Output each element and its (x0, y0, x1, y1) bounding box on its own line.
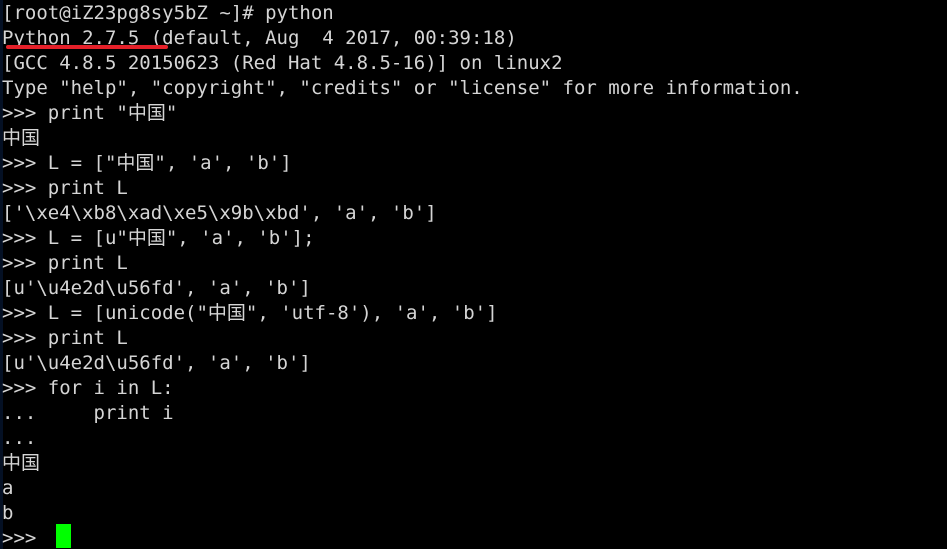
terminal-line-text: 中国 (2, 452, 41, 474)
terminal-line: b (2, 501, 947, 526)
terminal-line-text: [u'\u4e2d\u56fd', 'a', 'b'] (2, 277, 311, 299)
terminal-screen[interactable]: [root@iZ23pg8sy5bZ ~]# python Python 2.7… (2, 0, 947, 549)
terminal-line-text: >>> L = [u"中国", 'a', 'b']; (2, 227, 315, 249)
terminal-line-prompt: >>> (2, 526, 947, 549)
terminal-line: [u'\u4e2d\u56fd', 'a', 'b'] (2, 276, 947, 301)
terminal-line-text: >>> print "中国" (2, 102, 178, 124)
terminal-line-text: [GCC 4.8.5 20150623 (Red Hat 4.8.5-16)] … (2, 52, 563, 74)
terminal-line-text: >>> print L (2, 177, 128, 199)
terminal-line: >>> print "中国" (2, 101, 947, 126)
terminal-line-text: b (2, 502, 14, 524)
terminal-line: >>> print L (2, 176, 947, 201)
terminal-line: 中国 (2, 451, 947, 476)
terminal-line-text: >>> print L (2, 327, 128, 349)
terminal-line: >>> for i in L: (2, 376, 947, 401)
terminal-line: a (2, 476, 947, 501)
terminal-line-text: a (2, 477, 14, 499)
terminal-line: >>> L = [u"中国", 'a', 'b']; (2, 226, 947, 251)
terminal-line: >>> L = [unicode("中国", 'utf-8'), 'a', 'b… (2, 301, 947, 326)
terminal-line-text: >>> print L (2, 252, 128, 274)
terminal-window[interactable]: [root@iZ23pg8sy5bZ ~]# python Python 2.7… (0, 0, 947, 549)
terminal-line-text: >>> for i in L: (2, 377, 174, 399)
terminal-line-text: ... (2, 427, 48, 449)
terminal-line: ... print i (2, 401, 947, 426)
terminal-line-text: Type "help", "copyright", "credits" or "… (2, 77, 803, 99)
terminal-line: [u'\u4e2d\u56fd', 'a', 'b'] (2, 351, 947, 376)
terminal-line: 中国 (2, 126, 947, 151)
red-underline-annotation (6, 45, 168, 49)
terminal-line: [GCC 4.8.5 20150623 (Red Hat 4.8.5-16)] … (2, 51, 947, 76)
terminal-line: >>> print L (2, 326, 947, 351)
terminal-line-text: 中国 (2, 127, 41, 149)
terminal-line: >>> print L (2, 251, 947, 276)
terminal-line-text: [root@iZ23pg8sy5bZ ~]# python (2, 2, 334, 24)
terminal-line-text: >>> L = [unicode("中国", 'utf-8'), 'a', 'b… (2, 302, 498, 324)
terminal-line-text: >>> L = ["中国", 'a', 'b'] (2, 152, 292, 174)
terminal-line: Type "help", "copyright", "credits" or "… (2, 76, 947, 101)
terminal-line-text: ['\xe4\xb8\xad\xe5\x9b\xbd', 'a', 'b'] (2, 202, 437, 224)
terminal-prompt-text: >>> (2, 527, 48, 549)
terminal-line: [root@iZ23pg8sy5bZ ~]# python (2, 1, 947, 26)
terminal-line: ['\xe4\xb8\xad\xe5\x9b\xbd', 'a', 'b'] (2, 201, 947, 226)
terminal-cursor (56, 524, 71, 548)
terminal-line-text: [u'\u4e2d\u56fd', 'a', 'b'] (2, 352, 311, 374)
terminal-line-text: ... print i (2, 402, 174, 424)
terminal-line: >>> L = ["中国", 'a', 'b'] (2, 151, 947, 176)
terminal-line: ... (2, 426, 947, 451)
